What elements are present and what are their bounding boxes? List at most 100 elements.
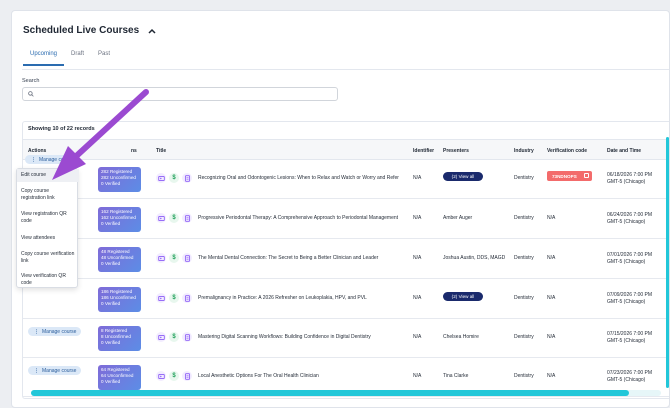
certificate-icon[interactable] [182, 213, 192, 223]
course-image-icon[interactable] [156, 213, 166, 223]
course-icons: $ [156, 293, 192, 303]
dollar-icon[interactable]: $ [169, 371, 179, 381]
certificate-icon[interactable] [182, 332, 192, 342]
verification-code: N/A [547, 295, 556, 301]
dollar-icon[interactable]: $ [169, 253, 179, 263]
presenters: Joshua Austin, DDS, MAGD [443, 255, 506, 261]
identifier: N/A [413, 295, 422, 301]
industry: Dentistry [514, 373, 534, 379]
presenters: Chelsea Homire [443, 334, 479, 340]
certificate-icon[interactable] [182, 371, 192, 381]
manage-course-menu: Edit course Copy course registration lin… [16, 168, 79, 288]
registration-badge[interactable]: 186 Registered 186 Unconfirmed 0 Verifie… [98, 287, 141, 312]
industry: Dentistry [514, 175, 534, 181]
date: 06/24/2026 7:00 PM [607, 212, 653, 218]
dollar-icon[interactable]: $ [169, 332, 179, 342]
kebab-icon: ⋮ [31, 156, 36, 163]
date: 07/09/2026 7:00 PM [607, 292, 653, 298]
table-row: 162 Registered 162 Unconfirmed 0 Verifie… [23, 200, 669, 239]
timezone: GMT-5 (Chicago) [607, 299, 646, 306]
course-image-icon[interactable] [156, 332, 166, 342]
scheduled-courses-card: Scheduled Live Courses Upcoming Draft Pa… [11, 10, 670, 408]
timezone: GMT-5 (Chicago) [607, 338, 646, 345]
tab-draft[interactable]: Draft [64, 51, 91, 66]
col-identifier: Identifier [413, 148, 435, 154]
course-title[interactable]: The Mental Dental Connection: The Secret… [198, 255, 413, 261]
verification-code: N/A [547, 255, 556, 261]
horizontal-scrollbar[interactable] [31, 390, 629, 396]
dollar-icon[interactable]: $ [169, 213, 179, 223]
view-all-presenters-button[interactable]: (2) View all [443, 292, 483, 301]
course-title[interactable]: Local Anesthetic Options For The Oral He… [198, 373, 413, 379]
verified-count: 0 Verified [101, 378, 121, 384]
course-image-icon[interactable] [156, 253, 166, 263]
date: 07/01/2026 7:00 PM [607, 252, 653, 258]
dollar-icon[interactable]: $ [169, 173, 179, 183]
certificate-icon[interactable] [182, 253, 192, 263]
registration-badge[interactable]: 64 Registered 64 Unconfirmed 0 Verified [98, 365, 141, 390]
menu-item-view-attendees[interactable]: View attendees [17, 235, 79, 242]
verified-count: 0 Verified [101, 300, 121, 306]
course-title[interactable]: Progressive Periodontal Therapy: A Compr… [198, 215, 413, 221]
presenters: Tina Clarke [443, 373, 469, 379]
kebab-icon: ⋮ [34, 367, 39, 374]
verification-code: 73NDNOPS [552, 173, 577, 179]
vertical-scrollbar[interactable] [666, 137, 669, 388]
registration-badge[interactable]: 282 Registered 282 Unconfirmed 0 Verifie… [98, 167, 141, 192]
identifier: N/A [413, 255, 422, 261]
records-count: Showing 10 of 22 records [28, 126, 95, 132]
date: 07/23/2026 7:00 PM [607, 370, 653, 376]
table-row: 48 Registered 48 Unconfirmed 0 Verified … [23, 240, 669, 279]
search-field[interactable] [22, 87, 338, 101]
verified-count: 0 Verified [101, 260, 121, 266]
copy-icon[interactable] [584, 173, 589, 178]
identifier: N/A [413, 373, 422, 379]
search-label: Search [22, 78, 40, 84]
tab-upcoming[interactable]: Upcoming [23, 51, 65, 66]
col-actions: Actions [28, 148, 47, 154]
registration-badge[interactable]: 162 Registered 162 Unconfirmed 0 Verifie… [98, 207, 141, 232]
date-time: 06/24/2026 7:00 PM GMT-5 (Chicago) [607, 212, 652, 227]
search-input[interactable] [38, 91, 337, 97]
course-icons: $ [156, 332, 192, 342]
menu-item-view-verification-qr[interactable]: View verification QR code [17, 273, 79, 287]
verified-count: 0 Verified [101, 339, 121, 345]
table-row: 186 Registered 186 Unconfirmed 0 Verifie… [23, 280, 669, 319]
date-time: 06/18/2026 7:00 PM GMT-5 (Chicago) [607, 172, 652, 187]
presenters: Amber Auger [443, 215, 473, 221]
manage-course-button[interactable]: ⋮ Manage course [28, 366, 81, 375]
course-title[interactable]: Mastering Digital Scanning Workflows: Bu… [198, 334, 413, 340]
registration-badge[interactable]: 8 Registered 8 Unconfirmed 0 Verified [98, 326, 141, 351]
course-image-icon[interactable] [156, 371, 166, 381]
tab-past[interactable]: Past [91, 51, 117, 66]
course-image-icon[interactable] [156, 293, 166, 303]
dollar-icon[interactable]: $ [169, 293, 179, 303]
course-image-icon[interactable] [156, 173, 166, 183]
registration-badge[interactable]: 48 Registered 48 Unconfirmed 0 Verified [98, 247, 141, 272]
section-title: Scheduled Live Courses [23, 25, 140, 36]
menu-item-edit-course[interactable]: Edit course [17, 169, 79, 182]
menu-item-view-registration-qr[interactable]: View registration QR code [17, 211, 79, 225]
manage-course-label: Manage course [42, 328, 77, 335]
manage-course-button[interactable]: ⋮ Manage course [28, 327, 81, 336]
tab-divider [22, 69, 669, 70]
date-time: 07/09/2026 7:00 PM GMT-5 (Chicago) [607, 292, 652, 307]
certificate-icon[interactable] [182, 293, 192, 303]
manage-course-button[interactable]: ⋮ Manage course [25, 155, 78, 164]
section-header[interactable]: Scheduled Live Courses [23, 25, 157, 36]
verification-code: N/A [547, 334, 556, 340]
menu-item-copy-verification-link[interactable]: Copy course verification link [17, 251, 79, 265]
verification-code-badge[interactable]: 73NDNOPS [547, 171, 592, 181]
industry: Dentistry [514, 255, 534, 261]
view-all-presenters-button[interactable]: (2) View all [443, 172, 483, 181]
course-title[interactable]: Premalignancy in Practice: A 2026 Refres… [198, 295, 413, 301]
industry: Dentistry [514, 334, 534, 340]
verified-count: 0 Verified [101, 180, 121, 186]
menu-item-copy-registration-link[interactable]: Copy course registration link [17, 188, 79, 202]
manage-course-label: Manage course [42, 367, 77, 374]
course-title[interactable]: Recognizing Oral and Odontogenic Lesions… [198, 175, 413, 181]
course-icons: $ [156, 253, 192, 263]
course-icons: $ [156, 371, 192, 381]
certificate-icon[interactable] [182, 173, 192, 183]
chevron-up-icon[interactable] [147, 26, 157, 36]
